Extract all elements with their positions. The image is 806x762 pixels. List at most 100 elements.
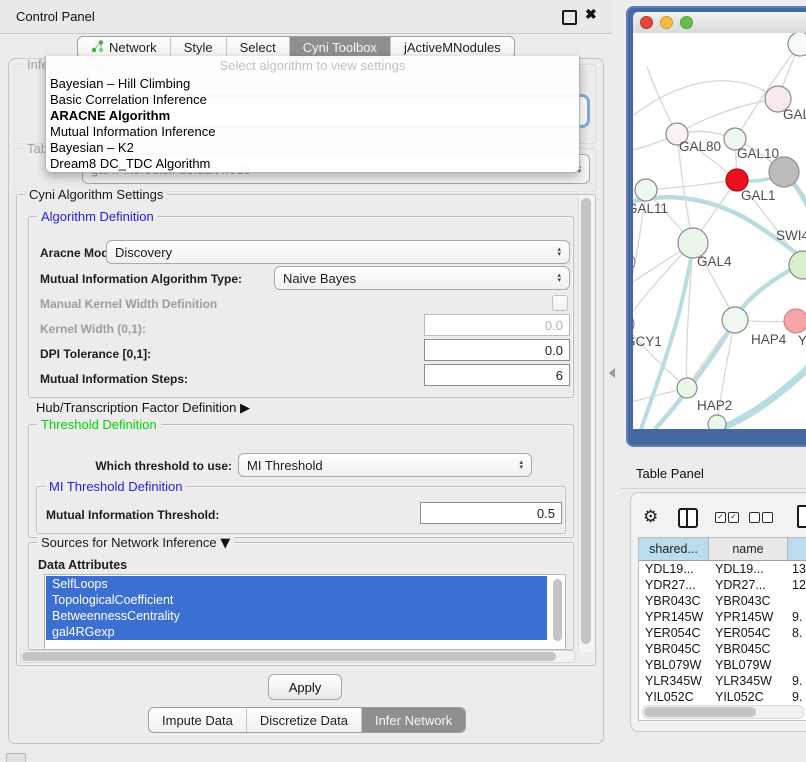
algorithm-option[interactable]: Basic Correlation Inference <box>46 92 579 108</box>
stepper-icon: ▴▾ <box>519 460 523 470</box>
tab-discretize-data[interactable]: Discretize Data <box>247 708 362 732</box>
attribute-list-item[interactable]: BetweennessCentrality <box>46 608 547 624</box>
network-node-swi4[interactable] <box>789 251 806 279</box>
table-row[interactable]: YBL079WYBL079W <box>639 657 806 673</box>
new-column-icon[interactable] <box>797 505 806 528</box>
column-header-name[interactable]: name <box>709 538 788 561</box>
tab-impute-data[interactable]: Impute Data <box>149 708 247 732</box>
settings-vertical-scrollbar-thumb[interactable] <box>581 198 591 644</box>
float-panel-icon[interactable] <box>562 10 577 25</box>
table-cell: 13 <box>788 562 806 576</box>
table-cell: YIL052C <box>709 690 788 704</box>
attribute-list-item[interactable]: SelfLoops <box>46 576 547 592</box>
data-attributes-list[interactable]: SelfLoopsTopologicalCoefficientBetweenne… <box>44 574 566 650</box>
close-icon[interactable]: ✖ <box>585 6 597 23</box>
mi-type-value: Naive Bayes <box>283 271 551 286</box>
tab-cyni-toolbox[interactable]: Cyni Toolbox <box>290 37 391 58</box>
tab-select[interactable]: Select <box>227 37 290 58</box>
table-row[interactable]: YDR27...YDR27...12 <box>639 577 806 593</box>
which-threshold-combobox[interactable]: MI Threshold ▴▾ <box>238 453 532 477</box>
network-node-gcy1[interactable] <box>633 313 634 335</box>
manual-kernel-checkbox[interactable] <box>552 295 568 311</box>
data-attributes-label: Data Attributes <box>38 558 127 572</box>
table-row[interactable]: YLR345WYLR345W9. <box>639 673 806 689</box>
column-header-shared...[interactable]: shared... <box>639 538 709 561</box>
tab-label: jActiveMNodules <box>404 40 501 55</box>
splitter-collapse-icon[interactable] <box>609 368 615 378</box>
network-node-hap2[interactable] <box>677 378 697 398</box>
table-row[interactable]: YER054CYER054C8. <box>639 625 806 641</box>
network-node-y[interactable] <box>784 309 806 333</box>
attribute-list-item[interactable]: TopologicalCoefficient <box>46 592 547 608</box>
table-cell: YBR045C <box>639 642 709 656</box>
attribute-list-item[interactable]: gal4RGexp <box>46 624 547 640</box>
algorithm-option[interactable]: ARACNE Algorithm <box>46 108 579 124</box>
table-row[interactable]: YPR145WYPR145W9. <box>639 609 806 625</box>
tab-jactivemnodules[interactable]: jActiveMNodules <box>391 37 514 58</box>
dpi-tolerance-field[interactable]: 0.0 <box>424 339 570 361</box>
which-threshold-value: MI Threshold <box>247 458 513 473</box>
network-node-hap4[interactable] <box>722 307 748 333</box>
mi-threshold-field[interactable]: 0.5 <box>420 502 562 524</box>
mi-threshold-group-label: MI Threshold Definition <box>45 479 186 494</box>
table-cell: YDL19... <box>639 562 709 576</box>
column-header-A[interactable]: A <box>788 538 806 561</box>
table-cell: YLR345W <box>709 674 788 688</box>
collapsed-panel-icon[interactable] <box>6 753 26 762</box>
table-cell: YIL052C <box>639 690 709 704</box>
apply-button[interactable]: Apply <box>268 674 342 700</box>
aracne-mode-value: Discovery <box>115 245 551 260</box>
network-node[interactable] <box>769 157 799 187</box>
table-row[interactable]: YBR045CYBR045C <box>639 641 806 657</box>
mi-steps-field[interactable]: 6 <box>424 364 570 386</box>
kernel-width-field[interactable]: 0.0 <box>424 314 570 336</box>
manual-kernel-label: Manual Kernel Width Definition <box>40 297 217 311</box>
algorithm-option[interactable]: Dream8 DC_TDC Algorithm <box>46 156 579 172</box>
algorithm-option[interactable]: Bayesian – K2 <box>46 140 579 156</box>
node-label: GAL10 <box>737 146 779 161</box>
tab-style[interactable]: Style <box>171 37 227 58</box>
close-traffic-light-icon[interactable] <box>640 16 653 29</box>
zoom-traffic-light-icon[interactable] <box>680 16 693 29</box>
hub-definition-toggle[interactable]: Hub/Transcription Factor Definition ▶ <box>36 400 250 416</box>
minimize-traffic-light-icon[interactable] <box>660 16 673 29</box>
table-cell: YER054C <box>639 626 709 640</box>
network-node[interactable] <box>788 33 806 56</box>
aracne-mode-combobox[interactable]: Discovery ▴▾ <box>106 240 570 264</box>
network-canvas[interactable]: GALGAL80GAL10GAL1GAL11GAL4SWI4GCY1HAP4YH… <box>633 33 806 429</box>
settings-horizontal-scrollbar-thumb[interactable] <box>22 652 556 661</box>
deselect-all-icon[interactable] <box>749 512 760 523</box>
tab-infer-network[interactable]: Infer Network <box>362 708 465 732</box>
which-threshold-label: Which threshold to use: <box>40 459 232 473</box>
table-row[interactable]: YBR043CYBR043C <box>639 593 806 609</box>
network-node-gal11[interactable] <box>635 179 657 201</box>
table-cell: YPR145W <box>639 610 709 624</box>
bottom-mode-tabs: Impute DataDiscretize DataInfer Network <box>148 707 466 733</box>
select-all-icon-2[interactable]: ✓ <box>728 512 739 523</box>
split-table-icon[interactable] <box>678 508 698 528</box>
table-cell: YPR145W <box>709 610 788 624</box>
table-panel-title: Table Panel <box>636 466 704 481</box>
node-table[interactable]: shared...nameA YDL19...YDL19...13YDR27..… <box>638 537 806 721</box>
network-node[interactable] <box>708 415 726 429</box>
mi-type-combobox[interactable]: Naive Bayes ▴▾ <box>274 266 570 290</box>
mi-type-label: Mutual Information Algorithm Type: <box>40 272 242 286</box>
mi-steps-label: Mutual Information Steps: <box>40 372 188 386</box>
table-row[interactable]: YDL19...YDL19...13 <box>639 561 806 577</box>
table-horizontal-scrollbar-thumb[interactable] <box>644 707 756 717</box>
algorithm-option[interactable]: Mutual Information Inference <box>46 124 579 140</box>
table-row[interactable]: YIL052CYIL052C9. <box>639 689 806 705</box>
deselect-all-icon-2[interactable] <box>762 512 773 523</box>
gear-icon[interactable]: ⚙ <box>643 507 658 527</box>
sources-group-label: Sources for Network Inference ▼ <box>37 535 234 551</box>
algorithm-definition-label: Algorithm Definition <box>37 209 158 224</box>
node-label: GAL4 <box>697 254 732 269</box>
tab-network[interactable]: Network <box>78 37 171 58</box>
attributes-scrollbar-thumb[interactable] <box>553 579 562 641</box>
select-all-icon[interactable]: ✓ <box>715 512 726 523</box>
dpi-tolerance-label: DPI Tolerance [0,1]: <box>40 347 151 361</box>
node-label: Y <box>798 333 806 348</box>
collapse-down-icon[interactable]: ▼ <box>220 536 230 551</box>
tab-label: Style <box>184 40 213 55</box>
algorithm-option[interactable]: Bayesian – Hill Climbing <box>46 76 579 92</box>
